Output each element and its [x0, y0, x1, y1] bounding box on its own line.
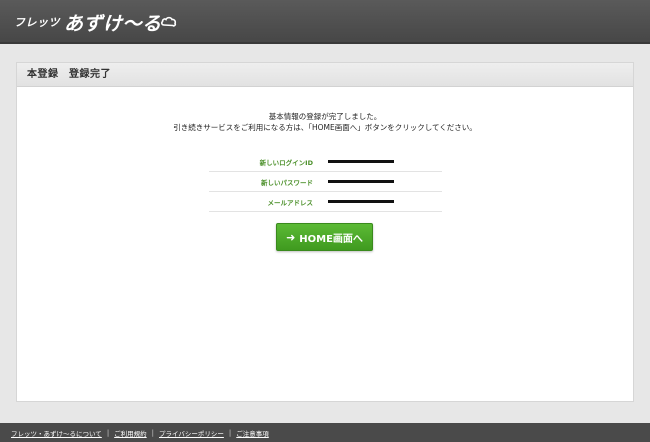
footer-link-notes[interactable]: ご注意事項	[236, 428, 269, 438]
arrow-right-icon: ➜	[286, 230, 296, 244]
completion-panel: 本登録 登録完了 基本情報の登録が完了しました。 引き続きサービスをご利用になる…	[16, 62, 634, 402]
login-id-label: 新しいログインID	[259, 158, 313, 167]
footer-links: フレッツ・あずけ〜るについて | ご利用規約 | プライバシーポリシー | ご注…	[0, 423, 650, 442]
logo[interactable]: フレッツ あずけ〜る	[14, 6, 177, 38]
footer-link-privacy[interactable]: プライバシーポリシー	[159, 428, 224, 438]
logo-sub-text: フレッツ	[14, 16, 60, 29]
panel-title: 本登録 登録完了	[17, 63, 633, 87]
account-info-table: 新しいログインID 新しいパスワード メールアドレス	[209, 152, 442, 212]
info-row-login-id: 新しいログインID	[209, 152, 442, 172]
password-redacted-value	[328, 180, 394, 183]
footer-separator: |	[151, 428, 155, 437]
login-id-redacted-value	[328, 160, 394, 163]
footer-link-terms[interactable]: ご利用規約	[114, 428, 147, 438]
cloud-icon	[160, 16, 176, 27]
info-row-email: メールアドレス	[209, 192, 442, 212]
home-button[interactable]: ➜ HOME画面へ	[276, 223, 373, 251]
message-line-2: 引き続きサービスをご利用になる方は、「HOME画面へ」ボタンをクリックしてくださ…	[173, 123, 477, 132]
email-label: メールアドレス	[267, 198, 314, 207]
completion-message: 基本情報の登録が完了しました。 引き続きサービスをご利用になる方は、「HOME画…	[17, 111, 633, 133]
home-button-label: HOME画面へ	[299, 233, 363, 245]
footer-separator: |	[228, 428, 232, 437]
footer-link-about[interactable]: フレッツ・あずけ〜るについて	[11, 428, 102, 438]
info-row-password: 新しいパスワード	[209, 172, 442, 192]
email-redacted-value	[328, 200, 394, 203]
footer-separator: |	[106, 428, 110, 437]
password-label: 新しいパスワード	[261, 178, 313, 187]
message-line-1: 基本情報の登録が完了しました。	[268, 112, 382, 121]
app-header: フレッツ あずけ〜る	[0, 0, 650, 44]
logo-main-text: あずけ〜る	[64, 12, 162, 35]
